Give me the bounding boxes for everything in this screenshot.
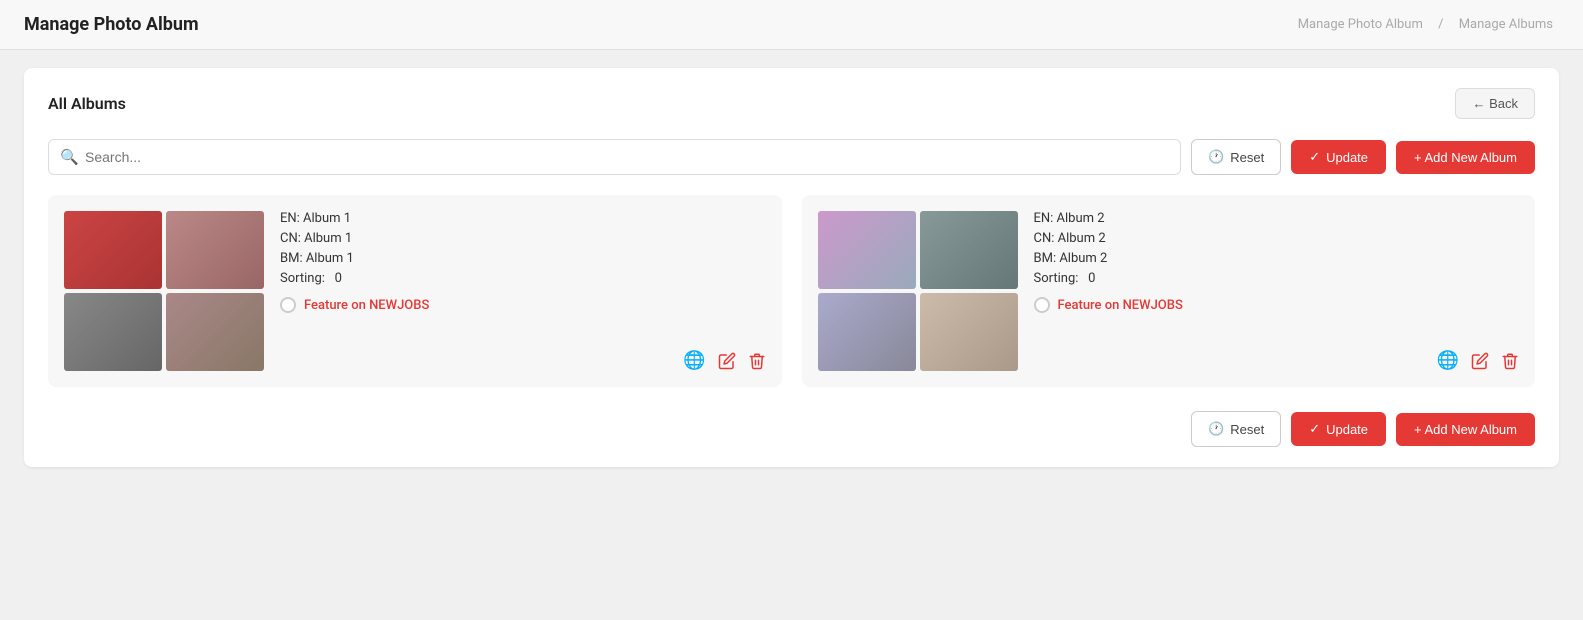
album-2-feature-label: Feature on NEWJOBS	[1058, 298, 1183, 313]
album-image-2-4	[920, 293, 1018, 371]
album-image-1-3	[64, 293, 162, 371]
album-images-2	[818, 211, 1018, 371]
card-title: All Albums	[48, 94, 126, 113]
breadcrumb-part2: Manage Albums	[1459, 17, 1553, 32]
album-1-globe-icon[interactable]: 🌐	[683, 350, 705, 371]
top-toolbar: 🔍 🕐 Reset ✓ Update + Add New Album	[48, 139, 1535, 175]
page-title: Manage Photo Album	[24, 14, 199, 35]
update-button-top[interactable]: ✓ Update	[1291, 140, 1386, 174]
card-header: All Albums ← Back	[48, 88, 1535, 119]
album-1-cn: CN: Album 1	[280, 231, 766, 246]
back-button[interactable]: ← Back	[1455, 88, 1535, 119]
album-images-1	[64, 211, 264, 371]
reset-button-top[interactable]: 🕐 Reset	[1191, 139, 1281, 175]
add-new-album-button-top[interactable]: + Add New Album	[1396, 141, 1535, 174]
reset-clock-icon: 🕐	[1208, 149, 1224, 165]
add-label-bottom: + Add New Album	[1414, 422, 1517, 437]
album-image-1-1	[64, 211, 162, 289]
search-icon: 🔍	[60, 148, 79, 166]
update-button-bottom[interactable]: ✓ Update	[1291, 412, 1386, 446]
reset-label-bottom: Reset	[1230, 422, 1264, 437]
reset-label-top: Reset	[1230, 150, 1264, 165]
add-new-album-button-bottom[interactable]: + Add New Album	[1396, 413, 1535, 446]
reset-clock-icon-bottom: 🕐	[1208, 421, 1224, 437]
album-image-2-1	[818, 211, 916, 289]
album-image-1-4	[166, 293, 264, 371]
album-1-feature-label: Feature on NEWJOBS	[304, 298, 429, 313]
album-details-2: EN: Album 2 CN: Album 2 BM: Album 2 Sort…	[1034, 211, 1520, 313]
main-card: All Albums ← Back 🔍 🕐 Reset ✓ Update + A…	[24, 68, 1559, 467]
album-2-cn: CN: Album 2	[1034, 231, 1520, 246]
album-1-feature: Feature on NEWJOBS	[280, 297, 766, 313]
albums-grid: EN: Album 1 CN: Album 1 BM: Album 1 Sort…	[48, 195, 1535, 387]
album-1-en: EN: Album 1	[280, 211, 766, 226]
check-icon-top: ✓	[1309, 149, 1320, 165]
album-1-sorting: Sorting: 0	[280, 271, 766, 286]
breadcrumb: Manage Photo Album / Manage Albums	[1292, 17, 1559, 32]
album-2-bm: BM: Album 2	[1034, 251, 1520, 266]
add-label-top: + Add New Album	[1414, 150, 1517, 165]
reset-button-bottom[interactable]: 🕐 Reset	[1191, 411, 1281, 447]
album-1-delete-icon[interactable]	[748, 352, 766, 370]
album-2-delete-icon[interactable]	[1501, 352, 1519, 370]
album-2-feature: Feature on NEWJOBS	[1034, 297, 1520, 313]
search-wrapper: 🔍	[48, 139, 1181, 175]
album-info-1: EN: Album 1 CN: Album 1 BM: Album 1 Sort…	[280, 211, 766, 371]
album-2-feature-radio[interactable]	[1034, 297, 1050, 313]
album-2-en: EN: Album 2	[1034, 211, 1520, 226]
main-content: All Albums ← Back 🔍 🕐 Reset ✓ Update + A…	[0, 50, 1583, 485]
album-card-1: EN: Album 1 CN: Album 1 BM: Album 1 Sort…	[48, 195, 782, 387]
update-label-bottom: Update	[1326, 422, 1368, 437]
page-header: Manage Photo Album Manage Photo Album / …	[0, 0, 1583, 50]
album-image-2-3	[818, 293, 916, 371]
album-card-2: EN: Album 2 CN: Album 2 BM: Album 2 Sort…	[802, 195, 1536, 387]
update-label-top: Update	[1326, 150, 1368, 165]
breadcrumb-part1: Manage Photo Album	[1298, 17, 1423, 32]
check-icon-bottom: ✓	[1309, 421, 1320, 437]
album-1-bm: BM: Album 1	[280, 251, 766, 266]
album-details-1: EN: Album 1 CN: Album 1 BM: Album 1 Sort…	[280, 211, 766, 313]
album-image-1-2	[166, 211, 264, 289]
album-2-sorting: Sorting: 0	[1034, 271, 1520, 286]
album-info-2: EN: Album 2 CN: Album 2 BM: Album 2 Sort…	[1034, 211, 1520, 371]
album-2-edit-icon[interactable]	[1471, 352, 1489, 370]
album-image-2-2	[920, 211, 1018, 289]
album-2-actions: 🌐	[1034, 350, 1520, 371]
search-input[interactable]	[48, 139, 1181, 175]
bottom-toolbar: 🕐 Reset ✓ Update + Add New Album	[48, 411, 1535, 447]
album-1-feature-radio[interactable]	[280, 297, 296, 313]
album-2-globe-icon[interactable]: 🌐	[1437, 350, 1459, 371]
album-1-actions: 🌐	[280, 350, 766, 371]
album-1-edit-icon[interactable]	[718, 352, 736, 370]
breadcrumb-separator: /	[1438, 17, 1443, 32]
